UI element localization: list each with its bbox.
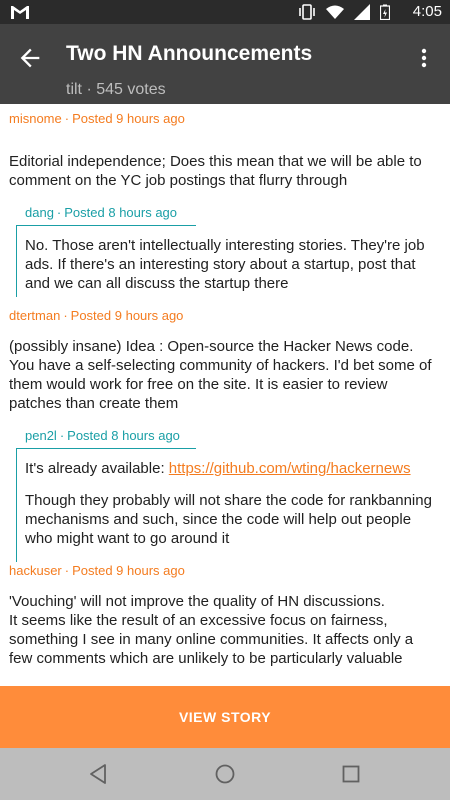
comment: hackuser · Posted 9 hours ago 'Vouching' w… bbox=[9, 561, 438, 668]
nav-back-icon[interactable] bbox=[86, 762, 110, 786]
reply-body: No. Those aren't intellectually interest… bbox=[16, 223, 438, 293]
github-link[interactable]: https://github.com/wting/hackernews bbox=[169, 460, 411, 477]
reply-indent-line bbox=[16, 225, 17, 297]
battery-icon bbox=[380, 4, 390, 20]
comment-text: (possibly insane) Idea : Open-source the… bbox=[9, 338, 432, 412]
comment-author[interactable]: hackuser bbox=[9, 563, 62, 578]
reply: dang · Posted 8 hours ago No. Those aren't… bbox=[16, 203, 438, 297]
overflow-menu-icon[interactable] bbox=[412, 46, 436, 70]
gmail-icon bbox=[11, 6, 29, 19]
nav-recents-icon[interactable] bbox=[339, 762, 363, 786]
comment-meta: hackuser · Posted 9 hours ago bbox=[9, 563, 185, 578]
story-subtitle: tilt · 545 votes bbox=[66, 81, 166, 98]
comment-text: 'Vouching' will not improve the quality … bbox=[9, 593, 385, 610]
comment-text: It seems like the result of an excessive… bbox=[9, 612, 414, 667]
reply-time: Posted 8 hours ago bbox=[67, 428, 180, 443]
status-icons bbox=[298, 4, 390, 20]
reply-text: Though they probably will not share the … bbox=[25, 492, 432, 547]
system-nav-bar bbox=[0, 748, 450, 800]
reply-divider bbox=[16, 225, 196, 226]
reply-author[interactable]: dang bbox=[25, 205, 54, 220]
view-story-button[interactable]: VIEW STORY bbox=[0, 686, 450, 748]
reply-meta: dang · Posted 8 hours ago bbox=[25, 205, 178, 220]
reply-text: It's already available: https://github.c… bbox=[25, 459, 438, 478]
comment-body: (possibly insane) Idea : Open-source the… bbox=[9, 326, 438, 413]
comment: dtertman · Posted 9 hours ago (possibly in… bbox=[9, 306, 438, 562]
comment-time: Posted 9 hours ago bbox=[72, 111, 185, 126]
reply-time: Posted 8 hours ago bbox=[64, 205, 178, 220]
page-title: Two HN Announcements bbox=[66, 42, 313, 65]
comment-text: Editorial independence; Does this mean t… bbox=[9, 153, 422, 189]
reply-indent-line bbox=[16, 448, 17, 562]
comment-time: Posted 9 hours ago bbox=[72, 563, 185, 578]
comment-author[interactable]: misnome bbox=[9, 111, 62, 126]
app-bar: Two HN Announcements tilt · 545 votes bbox=[0, 24, 450, 104]
reply-meta: pen2l · Posted 8 hours ago bbox=[25, 428, 180, 443]
status-time: 4:05 bbox=[412, 3, 442, 20]
comment-time: Posted 9 hours ago bbox=[70, 308, 184, 323]
reply-divider bbox=[16, 448, 196, 449]
reply-author[interactable]: pen2l bbox=[25, 428, 57, 443]
comment-meta: misnome · Posted 9 hours ago bbox=[9, 111, 185, 126]
comment-meta: dtertman · Posted 9 hours ago bbox=[9, 308, 184, 323]
back-arrow-icon[interactable] bbox=[16, 44, 44, 72]
comment: misnome · Posted 9 hours ago Editorial ind… bbox=[9, 109, 438, 297]
vibrate-icon bbox=[299, 4, 315, 20]
reply-body: It's already available: https://github.c… bbox=[16, 446, 438, 548]
status-bar: 4:05 bbox=[0, 0, 450, 24]
comment-author[interactable]: dtertman bbox=[9, 308, 60, 323]
comment-body: Editorial independence; Does this mean t… bbox=[9, 129, 438, 190]
nav-home-icon[interactable] bbox=[213, 762, 237, 786]
wifi-icon bbox=[326, 5, 344, 19]
reply: pen2l · Posted 8 hours ago It's already av… bbox=[16, 426, 438, 562]
comment-list[interactable]: misnome · Posted 9 hours ago Editorial ind… bbox=[0, 104, 450, 686]
signal-icon bbox=[354, 4, 370, 20]
reply-text: No. Those aren't intellectually interest… bbox=[25, 237, 425, 292]
reply-text-lead: It's already available: bbox=[25, 460, 169, 477]
comment-body: 'Vouching' will not improve the quality … bbox=[9, 581, 438, 668]
